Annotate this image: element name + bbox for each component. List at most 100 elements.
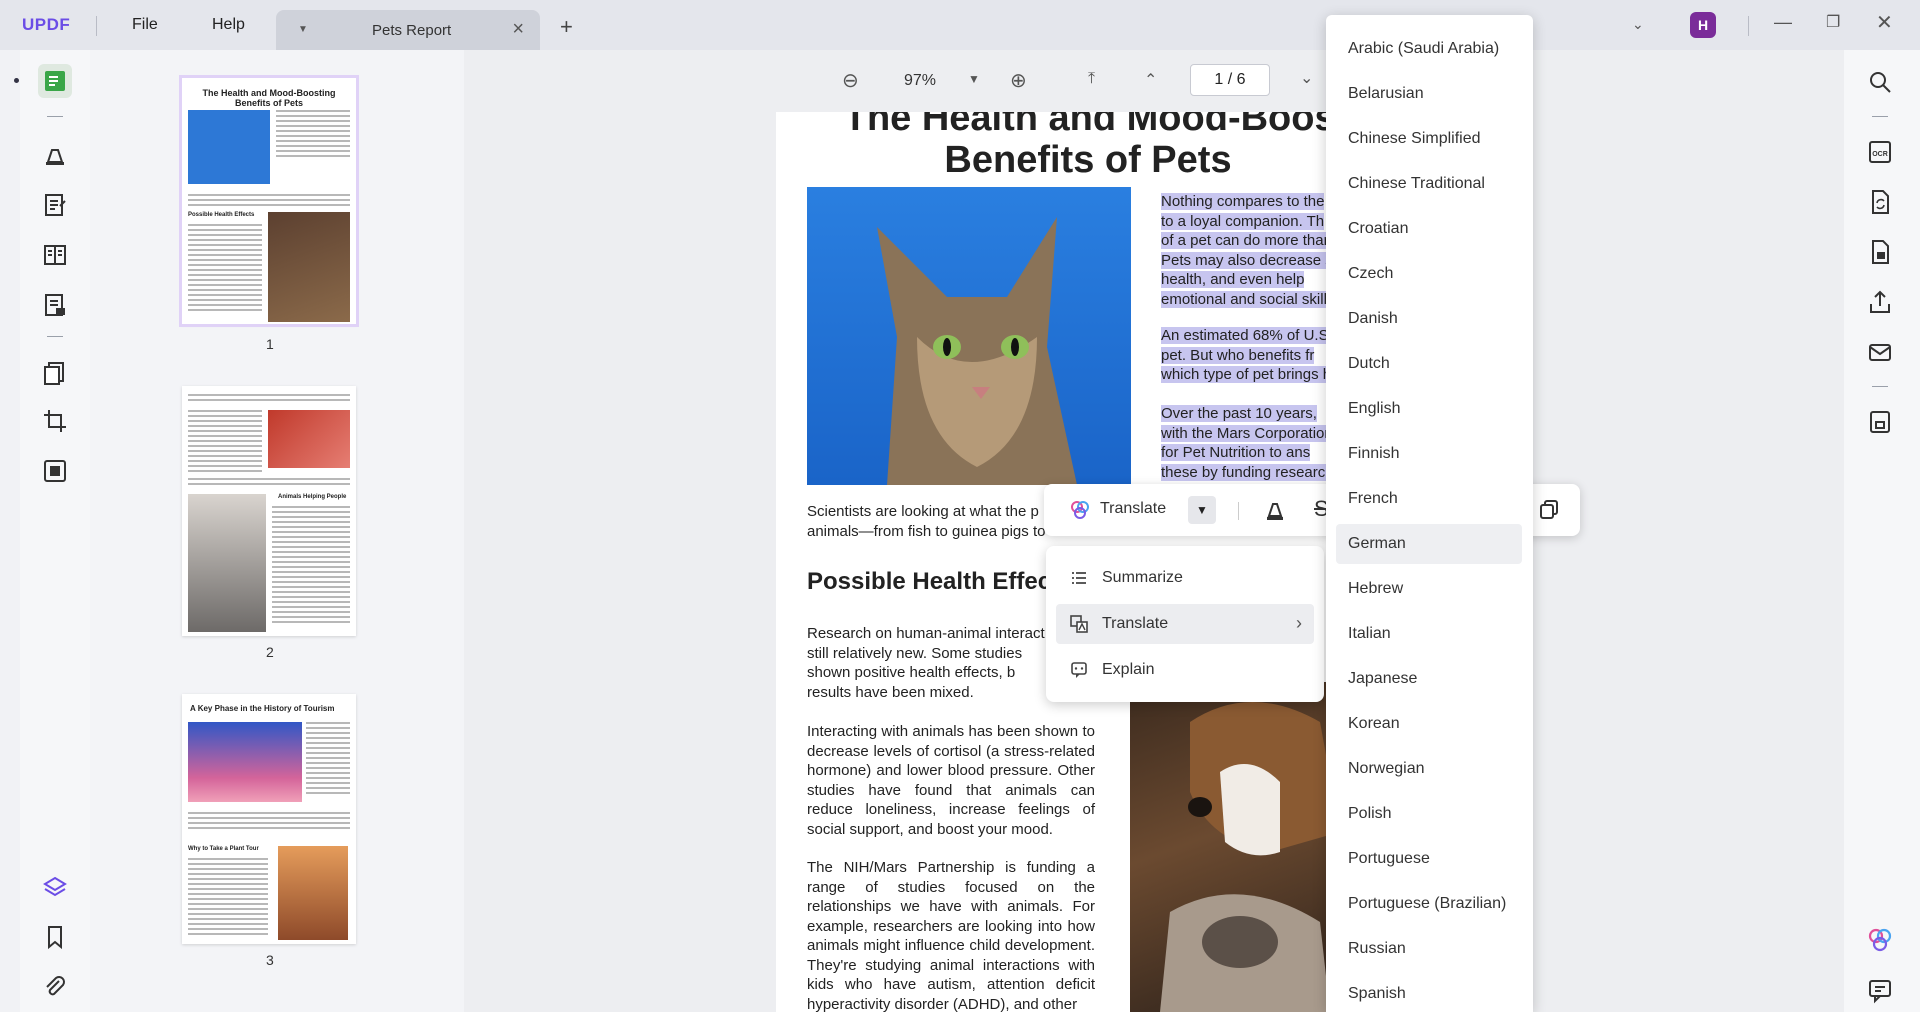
language-option[interactable]: Chinese Traditional: [1336, 164, 1522, 204]
thumbnail-page-number: 3: [266, 952, 274, 968]
convert-icon[interactable]: [1866, 188, 1894, 216]
protect-icon[interactable]: [38, 454, 72, 488]
close-window-icon[interactable]: ✕: [1876, 10, 1893, 35]
save-icon[interactable]: [1866, 408, 1894, 436]
list-icon: [1072, 572, 1086, 584]
highlighted-line: Over the past 10 years,: [1161, 405, 1317, 422]
thumbnail-page-3[interactable]: A Key Phase in the History of Tourism Wh…: [182, 694, 356, 944]
menu-file[interactable]: File: [132, 16, 158, 34]
copy-icon[interactable]: [1538, 498, 1560, 520]
share-icon[interactable]: [1866, 288, 1894, 316]
language-option[interactable]: English: [1336, 389, 1522, 429]
protect-file-icon[interactable]: [1866, 238, 1894, 266]
menu-item-label: Translate: [1102, 615, 1169, 632]
language-option[interactable]: Czech: [1336, 254, 1522, 294]
language-option-selected[interactable]: German: [1336, 524, 1522, 564]
previous-page-icon[interactable]: ⌃: [1144, 70, 1157, 90]
avatar[interactable]: H: [1690, 12, 1716, 38]
tab-title: Pets Report: [372, 22, 452, 39]
highlighted-line: pet. But who benefits fr: [1161, 346, 1315, 364]
tab-close-icon[interactable]: ×: [512, 18, 524, 41]
thumbnail-page-2[interactable]: Animals Helping People: [182, 386, 356, 636]
language-option[interactable]: Spanish: [1336, 974, 1522, 1012]
translate-button[interactable]: Translate: [1100, 500, 1166, 518]
attachment-icon[interactable]: [38, 970, 72, 1004]
thumbnail-page-number: 2: [266, 644, 274, 660]
layers-icon[interactable]: [38, 870, 72, 904]
section-heading: Possible Health Effect: [807, 568, 1060, 595]
explain-icon: [1071, 662, 1087, 678]
reader-icon[interactable]: [38, 64, 72, 98]
tab-dropdown-icon[interactable]: ▼: [298, 24, 308, 35]
language-option[interactable]: Korean: [1336, 704, 1522, 744]
organize-pages-icon[interactable]: [38, 356, 72, 390]
menu-item-explain[interactable]: Explain: [1056, 650, 1314, 690]
page-layout-icon[interactable]: [38, 238, 72, 272]
menu-item-summarize[interactable]: Summarize: [1056, 558, 1314, 598]
page-number-input[interactable]: 1 / 6: [1190, 64, 1270, 96]
thumbnail-dog-image: [268, 410, 350, 468]
toolbar-separator: [1238, 502, 1239, 520]
language-option[interactable]: Finnish: [1336, 434, 1522, 474]
crop-icon[interactable]: [38, 404, 72, 438]
comment-icon[interactable]: [38, 138, 72, 172]
highlighted-line: of a pet can do more than: [1161, 232, 1332, 249]
thumbnail-cat-image: [188, 494, 266, 632]
zoom-out-icon[interactable]: ⊖: [842, 68, 859, 93]
language-option[interactable]: Arabic (Saudi Arabia): [1336, 29, 1522, 69]
next-page-icon[interactable]: ⌄: [1300, 68, 1313, 88]
minimize-icon[interactable]: —: [1774, 12, 1792, 33]
language-option[interactable]: Norwegian: [1336, 749, 1522, 789]
language-option[interactable]: Russian: [1336, 929, 1522, 969]
language-option[interactable]: Portuguese (Brazilian): [1336, 884, 1522, 924]
comments-icon[interactable]: [1866, 976, 1894, 1004]
thumbnail-page-1[interactable]: The Health and Mood-Boosting Benefits of…: [179, 75, 359, 327]
form-icon[interactable]: [38, 288, 72, 322]
menu-item-label: Summarize: [1102, 569, 1183, 586]
language-option[interactable]: Belarusian: [1336, 74, 1522, 114]
new-tab-icon[interactable]: +: [560, 14, 573, 40]
paragraph: Interacting with animals has been shown …: [807, 723, 1095, 838]
menu-help[interactable]: Help: [212, 16, 245, 34]
thumbnail-text: [272, 506, 350, 626]
highlighted-line: these by funding research: [1161, 463, 1334, 481]
zoom-dropdown-icon[interactable]: ▼: [968, 72, 980, 86]
email-icon[interactable]: [1866, 338, 1894, 366]
zoom-in-icon[interactable]: ⊕: [1010, 68, 1027, 93]
language-option[interactable]: Chinese Simplified: [1336, 119, 1522, 159]
restore-icon[interactable]: ❐: [1826, 12, 1840, 32]
highlighted-line: An estimated 68% of U.S: [1161, 327, 1329, 344]
zoom-level[interactable]: 97%: [904, 72, 936, 90]
title-separator: [1748, 16, 1749, 36]
language-option[interactable]: French: [1336, 479, 1522, 519]
view-toolbar: ⊖ 97% ▼ ⊕ ⤒ ⌃ 1 / 6 ⌄: [464, 58, 1324, 104]
language-option[interactable]: Italian: [1336, 614, 1522, 654]
search-icon[interactable]: [1866, 68, 1894, 96]
ai-assistant-icon[interactable]: [1866, 926, 1894, 954]
language-option[interactable]: Japanese: [1336, 659, 1522, 699]
edit-pdf-icon[interactable]: [38, 188, 72, 222]
highlighted-line: Pets may also decrease s: [1161, 251, 1333, 269]
language-option[interactable]: Portuguese: [1336, 839, 1522, 879]
ai-assistant-icon: [1070, 500, 1090, 520]
highlighted-line: which type of pet brings h: [1161, 366, 1332, 383]
first-page-icon[interactable]: ⤒: [1088, 70, 1095, 88]
language-option[interactable]: Dutch: [1336, 344, 1522, 384]
thumbnail-text: [188, 410, 262, 475]
translate-dropdown-button[interactable]: ▼: [1188, 496, 1216, 524]
language-option[interactable]: Hebrew: [1336, 569, 1522, 609]
language-option[interactable]: Danish: [1336, 299, 1522, 339]
highlight-icon[interactable]: [1264, 498, 1286, 522]
document-title: The Health and Mood-Boost: [843, 112, 1336, 139]
thumbnail-dog-image: [268, 212, 350, 322]
ocr-icon[interactable]: OCR: [1866, 138, 1894, 166]
highlighted-line: emotional and social skill: [1161, 290, 1327, 308]
language-option[interactable]: Croatian: [1336, 209, 1522, 249]
chevron-down-icon[interactable]: ⌄: [1632, 16, 1644, 33]
collapse-indicator-icon: [14, 78, 19, 83]
paragraph: The NIH/Mars Partnership is funding a ra…: [807, 859, 1095, 1012]
document-tab[interactable]: ▼ Pets Report ×: [276, 10, 540, 50]
language-option[interactable]: Polish: [1336, 794, 1522, 834]
menu-item-translate[interactable]: Translate ›: [1056, 604, 1314, 644]
bookmark-icon[interactable]: [38, 920, 72, 954]
